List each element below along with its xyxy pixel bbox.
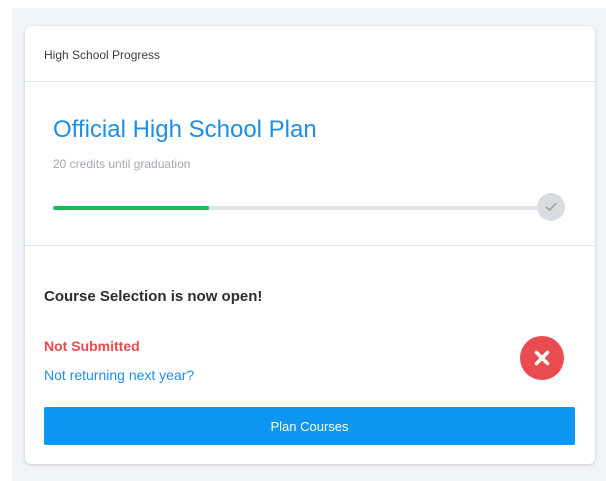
submission-status-text: Not Submitted [44, 338, 140, 354]
credits-remaining-text: 20 credits until graduation [53, 157, 191, 171]
plan-courses-button[interactable]: Plan Courses [44, 407, 575, 445]
high-school-progress-card: High School Progress Official High Schoo… [25, 26, 595, 464]
check-icon [537, 193, 565, 221]
card-header: High School Progress [25, 26, 595, 82]
close-circle-icon [520, 336, 564, 380]
plan-section: Official High School Plan 20 credits unt… [25, 82, 595, 246]
course-selection-section: Course Selection is now open! Not Submit… [25, 246, 595, 464]
card-header-title: High School Progress [44, 48, 161, 62]
course-selection-heading: Course Selection is now open! [44, 288, 263, 305]
plan-title: Official High School Plan [53, 116, 317, 143]
graduation-progress-bar [53, 206, 539, 210]
not-returning-link[interactable]: Not returning next year? [44, 367, 194, 383]
graduation-progress-fill [53, 206, 209, 210]
